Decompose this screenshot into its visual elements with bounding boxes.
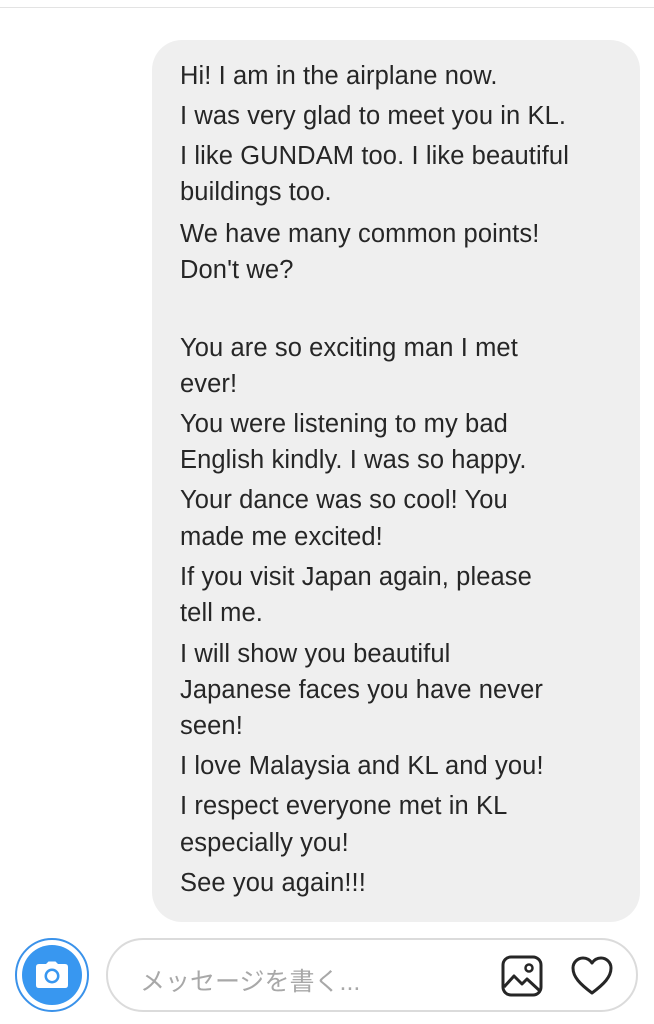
like-button[interactable] — [570, 954, 614, 998]
message-line: If you visit Japan again, please — [180, 563, 532, 591]
message-line: Hi! I am in the airplane now. — [180, 62, 498, 90]
message-line: I will show you beautiful — [180, 640, 451, 668]
message-line: seen! — [180, 712, 243, 740]
message-line: See you again!!! — [180, 869, 366, 897]
message-input[interactable]: メッセージを書く... — [106, 938, 638, 1012]
top-divider — [0, 7, 654, 8]
message-line: Don't we? — [180, 256, 294, 284]
camera-icon — [22, 945, 82, 1005]
received-message-bubble[interactable]: Hi! I am in the airplane now. I was very… — [152, 40, 640, 922]
message-line: I love Malaysia and KL and you! — [180, 752, 544, 780]
image-gallery-icon — [501, 955, 543, 997]
message-line: Your dance was so cool! You — [180, 486, 508, 514]
message-line: Japanese faces you have never — [180, 676, 543, 704]
direct-message-screen: Hi! I am in the airplane now. I was very… — [0, 0, 654, 1024]
message-line: buildings too. — [180, 178, 332, 206]
message-input-placeholder: メッセージを書く... — [140, 968, 361, 996]
message-line: We have many common points! — [180, 220, 540, 248]
message-line: I like GUNDAM too. I like beautiful — [180, 142, 569, 170]
message-composer: メッセージを書く... — [0, 928, 654, 1024]
message-line: You were listening to my bad — [180, 410, 508, 438]
message-line: I respect everyone met in KL — [180, 792, 508, 820]
gallery-button[interactable] — [500, 954, 544, 998]
camera-button[interactable] — [15, 938, 89, 1012]
message-line: made me excited! — [180, 523, 383, 551]
message-line: You are so exciting man I met — [180, 334, 518, 362]
message-line: especially you! — [180, 829, 349, 857]
message-line: tell me. — [180, 599, 263, 627]
message-line: English kindly. I was so happy. — [180, 446, 527, 474]
message-line: I was very glad to meet you in KL. — [180, 102, 567, 130]
message-line: ever! — [180, 370, 238, 398]
heart-icon — [571, 956, 613, 995]
